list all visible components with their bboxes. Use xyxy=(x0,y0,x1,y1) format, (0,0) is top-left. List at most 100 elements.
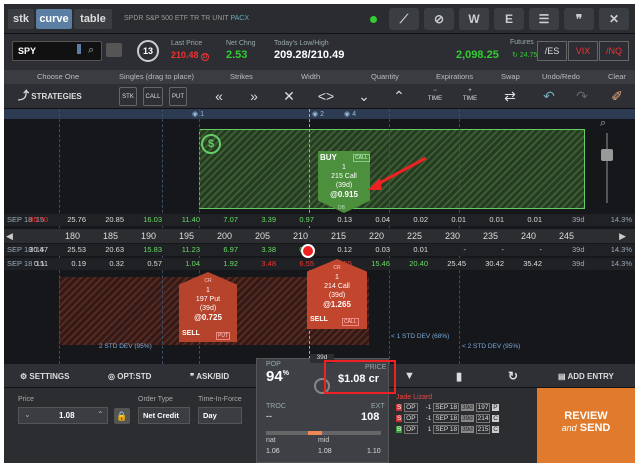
bookmark-icon[interactable]: ▮ xyxy=(456,370,462,383)
opt-std-button[interactable]: ◎ OPT:STD xyxy=(108,372,151,381)
call-price-cell[interactable]: 16.03 xyxy=(128,214,162,226)
put-price-cell[interactable]: 0.19 xyxy=(52,258,86,270)
tif-select[interactable]: Day xyxy=(198,407,242,424)
futures-nq-button[interactable]: /NQ xyxy=(599,41,629,61)
call-price-cell[interactable]: 0.04 xyxy=(356,214,390,226)
put-price-cell[interactable]: 0.11 xyxy=(14,258,48,270)
nat-mid-bar[interactable] xyxy=(266,431,381,435)
sell-put-side: SELL xyxy=(182,330,200,337)
filter-icon[interactable]: ▼ xyxy=(404,370,415,382)
call-price-cell[interactable]: 15.83 xyxy=(128,244,162,256)
zoom-track[interactable] xyxy=(606,133,608,203)
futures-label: Futures xyxy=(510,39,534,46)
put-price-cell[interactable]: 1.04 xyxy=(166,258,200,270)
call-price-cell[interactable]: 3.39 xyxy=(242,214,276,226)
call-price-cell[interactable]: 25.53 xyxy=(52,244,86,256)
tab-stk[interactable]: stk xyxy=(8,9,34,29)
single-put-button[interactable]: PUT xyxy=(169,87,187,106)
list-icon[interactable]: ☰ xyxy=(529,8,559,30)
compass-icon[interactable]: ⟋ xyxy=(389,8,419,30)
width-narrow-icon[interactable]: ✕ xyxy=(279,87,299,106)
call-price-cell[interactable]: 20.85 xyxy=(90,214,124,226)
call-price-cell[interactable]: 11.23 xyxy=(166,244,200,256)
tab-table[interactable]: table xyxy=(74,9,112,29)
put-price-cell[interactable]: 1.92 xyxy=(204,258,238,270)
zoom-icon[interactable]: ⌕ xyxy=(600,117,606,130)
undo-icon[interactable]: ↶ xyxy=(539,87,559,106)
link-icon[interactable]: ⊘ xyxy=(424,8,454,30)
call-price-cell[interactable]: 7.07 xyxy=(204,214,238,226)
call-price-cell[interactable]: 30.47 xyxy=(14,244,48,256)
tab-curve[interactable]: curve xyxy=(36,9,72,29)
strategies-button[interactable]: ⤴ STRATEGIES xyxy=(18,87,98,106)
call-price-cell[interactable]: - xyxy=(508,244,543,256)
put-price-cell[interactable]: 30.42 xyxy=(470,258,504,270)
time-plus-button[interactable]: + TIME xyxy=(459,87,481,106)
call-price-cell[interactable]: 0.13 xyxy=(318,214,352,226)
price-increment-icon[interactable]: ⌃ xyxy=(97,410,104,419)
leg-side: S xyxy=(396,404,403,411)
add-entry-button[interactable]: ▤ ADD ENTRY xyxy=(558,372,614,381)
call-price-cell[interactable]: 25.76 xyxy=(52,214,86,226)
quantity-up-icon[interactable]: ⌃ xyxy=(389,87,409,106)
bookmark-icon[interactable] xyxy=(77,44,81,54)
put-price-cell[interactable]: 35.42 xyxy=(508,258,542,270)
futures-vix-button[interactable]: VIX xyxy=(568,41,598,61)
time-minus-button[interactable]: − TIME xyxy=(424,87,446,106)
order-type-select[interactable]: Net Credit xyxy=(138,407,190,424)
call-price-cell[interactable]: 6.97 xyxy=(204,244,238,256)
strikes-right-arrow[interactable]: ▶ xyxy=(614,229,626,243)
width-widen-icon[interactable]: <> xyxy=(314,87,338,106)
call-price-cell[interactable]: 0.12 xyxy=(318,244,352,256)
ext-value: 108 xyxy=(361,411,380,423)
put-price-cell[interactable]: 0.57 xyxy=(128,258,162,270)
call-price-cell[interactable]: 0.01 xyxy=(394,244,428,256)
search-icon[interactable]: ⌕ xyxy=(88,44,94,57)
symbol-search-field[interactable]: SPY ⌕ xyxy=(12,41,102,61)
call-price-cell[interactable]: 11.40 xyxy=(166,214,200,226)
call-price-cell[interactable]: 20.63 xyxy=(90,244,124,256)
call-price-cell[interactable]: 0.01 xyxy=(432,214,466,226)
e-button[interactable]: E xyxy=(494,8,524,30)
call-price-cell[interactable]: - xyxy=(470,244,505,256)
leg-row[interactable]: B OP 1 SEP 18 39d 215 C xyxy=(396,425,499,437)
w-button[interactable]: W xyxy=(459,8,489,30)
close-icon[interactable]: ✕ xyxy=(599,8,629,30)
single-stk-button[interactable]: STK xyxy=(119,87,137,106)
quantity-down-icon[interactable]: ⌄ xyxy=(354,87,374,106)
leg-qty: -1 xyxy=(425,415,432,422)
settings-button[interactable]: ⚙ SETTINGS xyxy=(20,372,69,381)
call-price-cell[interactable]: 0.01 xyxy=(470,214,504,226)
refresh-icon[interactable]: ↻ xyxy=(508,369,518,383)
redo-icon[interactable]: ↷ xyxy=(572,87,592,106)
swap-icon[interactable]: ⇄ xyxy=(499,87,521,106)
call-price-cell[interactable]: 0.01 xyxy=(508,214,542,226)
strikes-down-icon[interactable]: « xyxy=(209,87,229,106)
review-and-send-button[interactable]: REVIEW and SEND xyxy=(537,388,635,463)
ask-bid-button[interactable]: ❞ ASK/BID xyxy=(190,372,229,381)
order-panel: ⚙ SETTINGS ◎ OPT:STD ❞ ASK/BID ▼ ▮ ↻ ▤ A… xyxy=(4,354,635,463)
strikes-up-icon[interactable]: » xyxy=(244,87,264,106)
strikes-left-arrow[interactable]: ◀ xyxy=(6,229,16,243)
put-price-cell[interactable]: 20.40 xyxy=(394,258,428,270)
call-price-cell[interactable]: 0.02 xyxy=(394,214,428,226)
call-price-cell[interactable]: - xyxy=(432,244,467,256)
lock-icon[interactable]: 🔒 xyxy=(114,408,130,424)
eraser-icon[interactable]: ✐ xyxy=(607,87,627,106)
price-field[interactable]: ⌄ 1.08 ⌃ xyxy=(18,407,108,424)
call-price-cell[interactable]: 0.97 xyxy=(280,214,314,226)
call-price-cell[interactable]: 0.03 xyxy=(356,244,390,256)
quote-icon[interactable]: ❞ xyxy=(564,8,594,30)
futures-es-button[interactable]: /ES xyxy=(537,41,567,61)
zoom-slider-handle[interactable] xyxy=(601,149,613,161)
price-decrement-icon[interactable]: ⌄ xyxy=(24,410,31,419)
put-price-cell[interactable]: 0.32 xyxy=(90,258,124,270)
buy-days: (39d) xyxy=(335,182,353,189)
put-price-cell[interactable]: 3.48 xyxy=(242,258,276,270)
nat-mid-handle[interactable] xyxy=(308,431,322,435)
call-price-cell[interactable]: 30.70 xyxy=(14,214,48,226)
put-price-cell[interactable]: 25.45 xyxy=(432,258,466,270)
briefcase-icon[interactable] xyxy=(106,43,122,57)
single-call-button[interactable]: CALL xyxy=(143,87,163,106)
call-price-cell[interactable]: 3.38 xyxy=(242,244,276,256)
